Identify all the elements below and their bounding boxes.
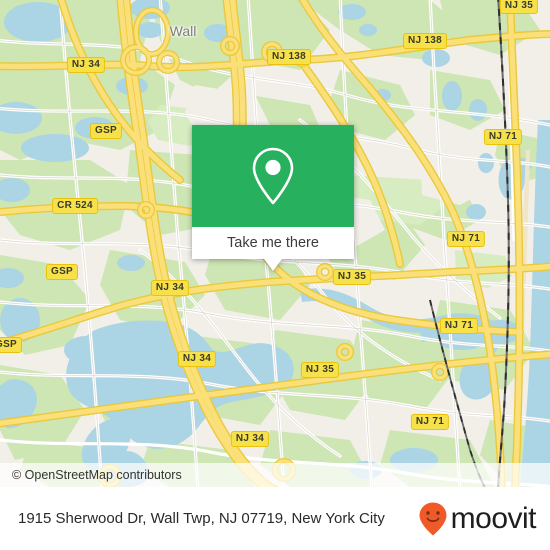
road-shield: NJ 35: [300, 362, 340, 378]
take-me-there-label: Take me there: [227, 235, 319, 251]
footer-bar: 1915 Sherwood Dr, Wall Twp, NJ 07719, Ne…: [0, 487, 550, 550]
location-popup[interactable]: Take me there: [192, 125, 354, 271]
road-shield: NJ 34: [177, 351, 217, 367]
road-shield: NJ 138: [266, 49, 312, 65]
road-shield: GSP: [0, 337, 23, 353]
popup-header: [192, 125, 354, 227]
take-me-there-button[interactable]: Take me there: [192, 227, 354, 259]
road-shield: NJ 71: [483, 129, 523, 145]
city-label: Wall: [169, 23, 197, 39]
road-shield: NJ 35: [332, 269, 372, 285]
popup-pointer: [264, 259, 282, 271]
road-shield: NJ 34: [66, 57, 106, 73]
road-shield: GSP: [45, 264, 79, 280]
attribution-text: © OpenStreetMap contributors: [12, 468, 182, 482]
map-canvas[interactable]: Wall NJ 34 NJ 138 NJ 138 NJ 35 GSP NJ 71 CR 52…: [0, 0, 550, 487]
map-page: Wall NJ 34 NJ 138 NJ 138 NJ 35 GSP NJ 71 CR 52…: [0, 0, 550, 550]
road-shield: CR 524: [52, 198, 98, 214]
road-shield: NJ 71: [439, 318, 479, 334]
moovit-pin-icon: [419, 502, 447, 535]
road-shield: NJ 35: [499, 0, 539, 14]
map-attribution: © OpenStreetMap contributors: [0, 463, 550, 487]
road-shield: NJ 34: [230, 431, 270, 447]
road-shield: GSP: [89, 123, 123, 139]
road-shield: NJ 138: [402, 33, 448, 49]
map-pin-icon: [252, 147, 294, 205]
road-shield: NJ 71: [446, 231, 486, 247]
address-text: 1915 Sherwood Dr, Wall Twp, NJ 07719, Ne…: [18, 510, 385, 527]
moovit-logo: moovit: [418, 501, 537, 537]
road-shield: NJ 34: [150, 280, 190, 296]
moovit-wordmark: moovit: [450, 501, 537, 535]
road-shield: NJ 71: [410, 414, 450, 430]
